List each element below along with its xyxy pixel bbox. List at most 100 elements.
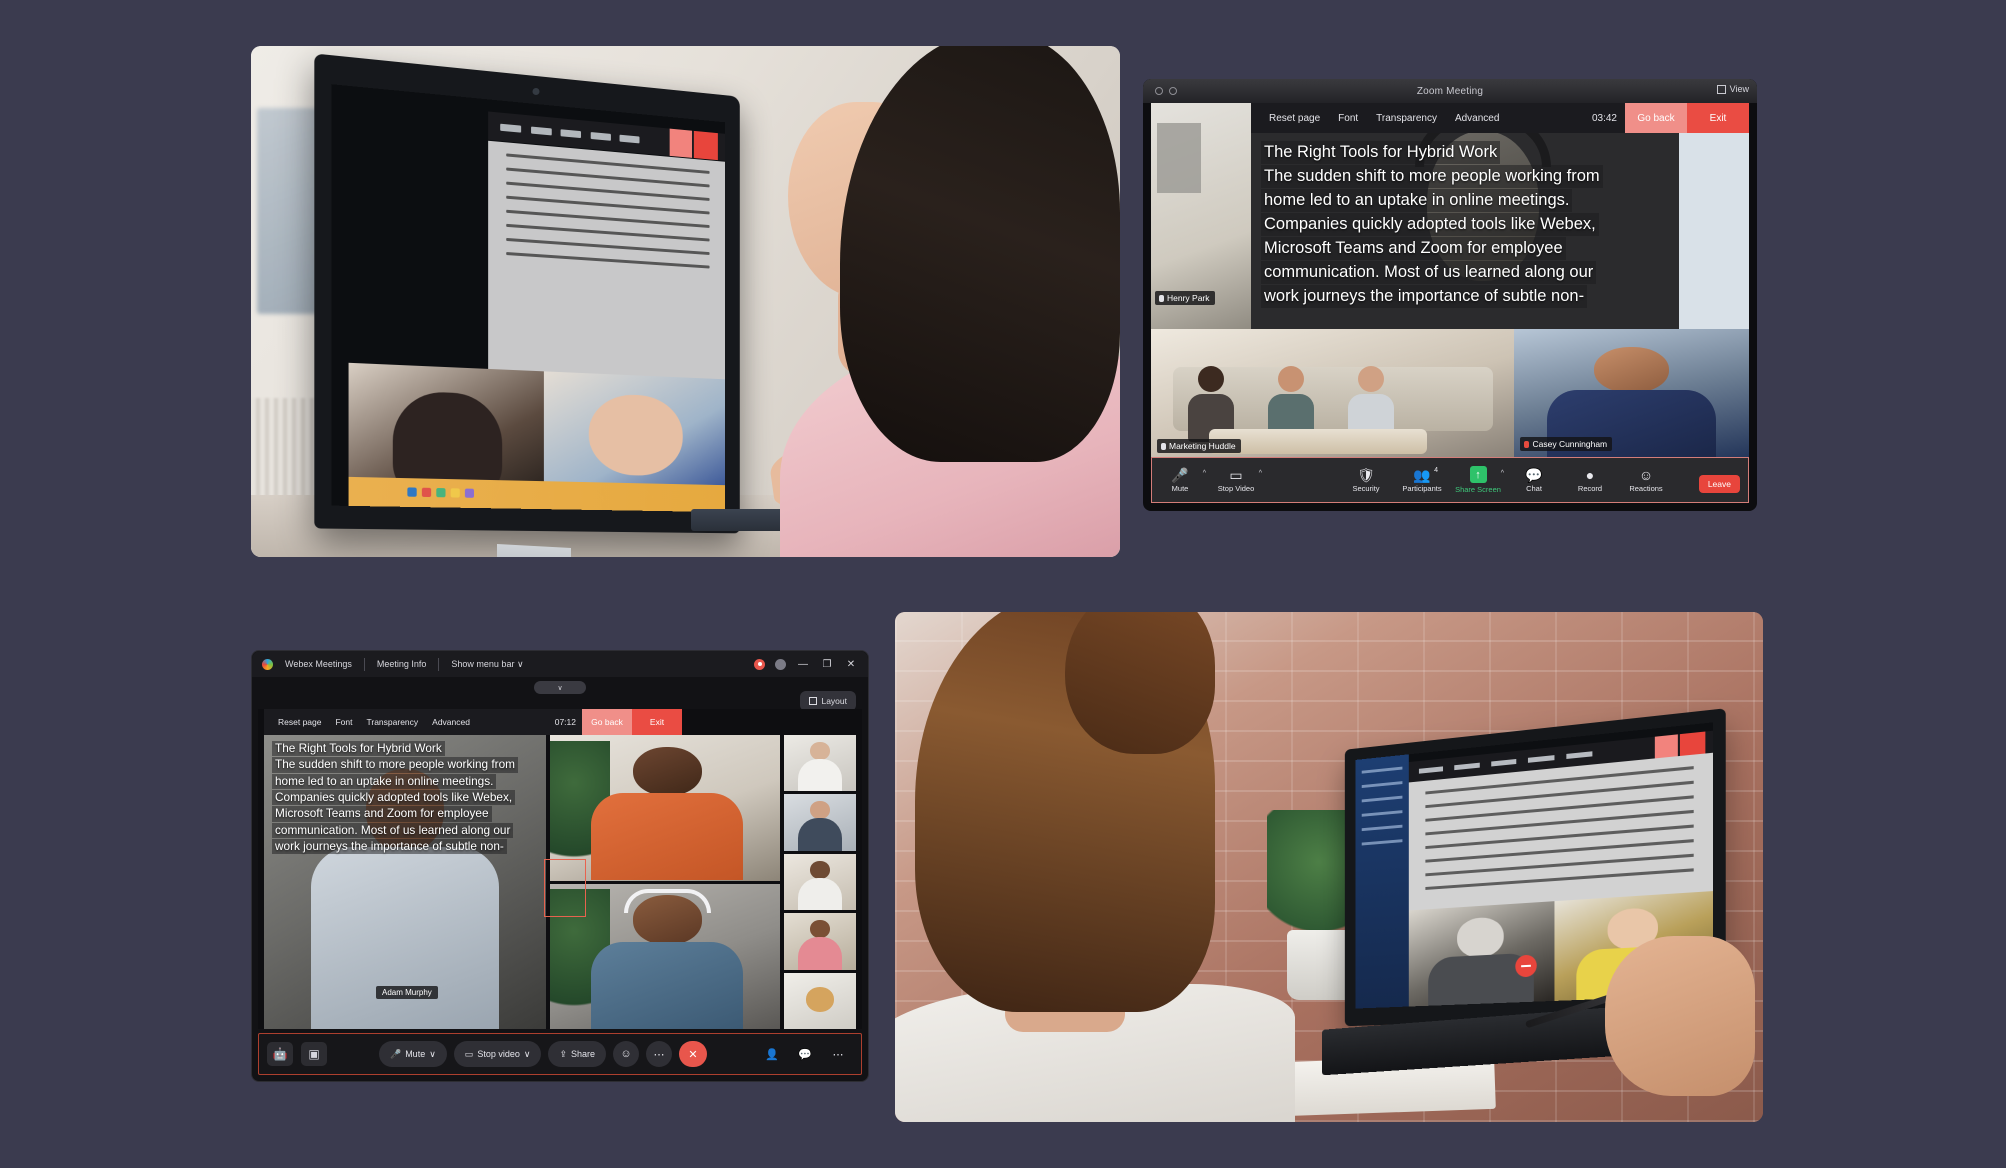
window-controls[interactable]: — ❐ ✕ <box>754 658 868 670</box>
person-hair <box>840 46 1120 462</box>
view-button-label: View <box>1729 84 1749 94</box>
microphone-icon: 🎤 <box>1171 466 1189 483</box>
chat-button[interactable]: 💬 <box>792 1041 818 1067</box>
participant-tile-casey-cunningham[interactable]: Casey Cunningham <box>1514 329 1749 457</box>
transparency-button[interactable]: Transparency <box>1376 113 1437 124</box>
nametag-casey-cunningham: Casey Cunningham <box>1520 437 1613 451</box>
chat-label: Chat <box>1526 483 1542 493</box>
mute-button[interactable]: 🎤 Mute ∨ <box>378 1041 447 1067</box>
thumbnail-participant[interactable] <box>784 735 856 792</box>
layout-button[interactable]: Layout <box>800 691 856 711</box>
more-options-button[interactable]: ⋯ <box>646 1041 673 1067</box>
participant-head <box>632 746 702 797</box>
script-line: The Right Tools for Hybrid Work <box>1261 141 1501 164</box>
chat-button[interactable]: 💬 Chat <box>1506 458 1562 502</box>
record-button[interactable]: ● Record <box>1562 458 1618 502</box>
grid-icon <box>1716 84 1726 94</box>
person-from-behind <box>895 612 1305 1122</box>
close-button[interactable]: ✕ <box>844 659 858 670</box>
avatar[interactable] <box>775 658 786 670</box>
layout-grid-icon <box>809 697 818 705</box>
shield-icon: 🛡 <box>1357 466 1375 483</box>
app-sidebar <box>1355 754 1409 1009</box>
teleprompter-timer: 07:12 <box>554 717 576 727</box>
control-bar-right[interactable]: 👤 💬 ⋯ <box>759 1041 861 1067</box>
stop-video-label: Stop video <box>477 1049 520 1059</box>
microphone-icon <box>1159 294 1164 302</box>
view-button[interactable]: View <box>1716 84 1749 94</box>
go-back-button[interactable]: Go back <box>1625 103 1687 133</box>
chevron-up-icon[interactable]: ^ <box>1203 470 1206 477</box>
teleprompter-toolbar[interactable]: Reset page Font Transparency Advanced 07… <box>264 709 682 735</box>
thumbnail-participant[interactable] <box>784 853 856 911</box>
webex-assistant-icon[interactable]: 🤖 <box>267 1042 293 1066</box>
advanced-button[interactable]: Advanced <box>1455 113 1499 124</box>
script-line: Microsoft Teams and Zoom for employee <box>1261 236 1566 260</box>
end-call-button[interactable]: ✕ <box>679 1041 708 1067</box>
chevron-up-icon[interactable]: ^ <box>1259 470 1262 477</box>
dog-head <box>805 987 835 1013</box>
thumbnail-participant[interactable] <box>784 913 856 970</box>
share-icon: ⇪ <box>559 1048 567 1059</box>
share-screen-button[interactable]: ↑ Share Screen ^ <box>1450 458 1506 502</box>
participants-button[interactable]: 👤 <box>759 1041 785 1067</box>
leave-meeting-button[interactable]: Leave <box>1698 475 1740 493</box>
zoom-body: Henry Park Reset page Font Transparency … <box>1151 103 1749 503</box>
headphones-icon <box>623 889 711 913</box>
exit-button[interactable]: Exit <box>632 709 682 735</box>
go-back-button[interactable]: Go back <box>582 709 632 735</box>
advanced-button[interactable]: Advanced <box>432 717 470 727</box>
webex-meeting-screenshot: Webex Meetings Meeting Info Show menu ba… <box>251 650 869 1082</box>
show-menu-bar-button[interactable]: Show menu bar ∨ <box>439 659 535 670</box>
mini-exit-button <box>1679 731 1706 756</box>
transparency-button[interactable]: Transparency <box>367 717 419 727</box>
reactions-button[interactable]: ☺ <box>613 1041 640 1067</box>
teleprompter-script: The Right Tools for Hybrid Work The sudd… <box>1251 133 1679 319</box>
participant-head <box>1357 365 1384 392</box>
mute-button[interactable]: 🎤 Mute ^ <box>1152 458 1208 502</box>
webex-control-bar[interactable]: 🤖 ▣ 🎤 Mute ∨ ▭ Stop video ∨ ⇪ Share ☺ ⋯ … <box>258 1033 862 1075</box>
meeting-info-button[interactable]: Meeting Info <box>365 659 439 669</box>
participant-tile-group[interactable]: Marketing Huddle <box>1151 329 1515 457</box>
chevron-down-icon: ∨ <box>516 658 524 669</box>
minimize-button[interactable]: — <box>796 659 810 670</box>
stop-video-button[interactable]: ▭ Stop video ∨ <box>453 1041 542 1067</box>
script-line: work journeys the importance of subtle n… <box>1261 284 1588 308</box>
reactions-button[interactable]: ☺ Reactions <box>1618 458 1674 502</box>
more-panels-button[interactable]: ⋯ <box>825 1041 851 1067</box>
mini-teleprompter-text <box>488 140 726 388</box>
thumbnail-participant[interactable] <box>784 794 856 851</box>
monitor-screen <box>331 84 726 513</box>
maximize-button[interactable]: ❐ <box>820 659 834 670</box>
chevron-down-icon[interactable]: ∨ <box>429 1049 436 1060</box>
zoom-meeting-toolbar[interactable]: 🎤 Mute ^ ▭ Stop Video ^ 🛡 Security 👥 4 P… <box>1151 457 1749 503</box>
reset-page-button[interactable]: Reset page <box>1269 113 1320 124</box>
exit-button[interactable]: Exit <box>1687 103 1749 133</box>
mini-participant-head <box>1456 916 1504 959</box>
mini-exit-button <box>694 131 718 161</box>
stop-video-button[interactable]: ▭ Stop Video ^ <box>1208 458 1264 502</box>
font-button[interactable]: Font <box>335 717 352 727</box>
thumbnail-pet[interactable] <box>784 972 856 1029</box>
participant-body <box>798 818 842 851</box>
collapse-handle[interactable]: ∨ <box>534 681 586 694</box>
webcam-icon <box>532 88 540 95</box>
room-object <box>1157 123 1201 193</box>
presenter-body <box>310 846 500 1029</box>
chevron-up-icon[interactable]: ^ <box>1501 470 1504 477</box>
share-button[interactable]: ⇪ Share <box>548 1041 607 1067</box>
security-button[interactable]: 🛡 Security <box>1338 458 1394 502</box>
mini-participant-tile-left <box>1408 901 1555 1007</box>
font-button[interactable]: Font <box>1338 113 1358 124</box>
recording-indicator-icon[interactable] <box>754 658 765 670</box>
script-line: work journeys the importance of subtle n… <box>272 838 507 855</box>
captions-icon[interactable]: ▣ <box>301 1042 327 1066</box>
mini-participant-face <box>588 392 683 477</box>
control-bar-center[interactable]: 🎤 Mute ∨ ▭ Stop video ∨ ⇪ Share ☺ ⋯ ✕ <box>378 1041 708 1067</box>
reset-page-button[interactable]: Reset page <box>278 717 321 727</box>
chevron-down-icon[interactable]: ∨ <box>524 1049 531 1060</box>
teleprompter-toolbar[interactable]: Reset page Font Transparency Advanced 03… <box>1251 103 1749 133</box>
control-bar-left[interactable]: 🤖 ▣ <box>259 1042 327 1066</box>
participants-button[interactable]: 👥 4 Participants <box>1394 458 1450 502</box>
webex-thumbnail-strip <box>784 735 856 1029</box>
